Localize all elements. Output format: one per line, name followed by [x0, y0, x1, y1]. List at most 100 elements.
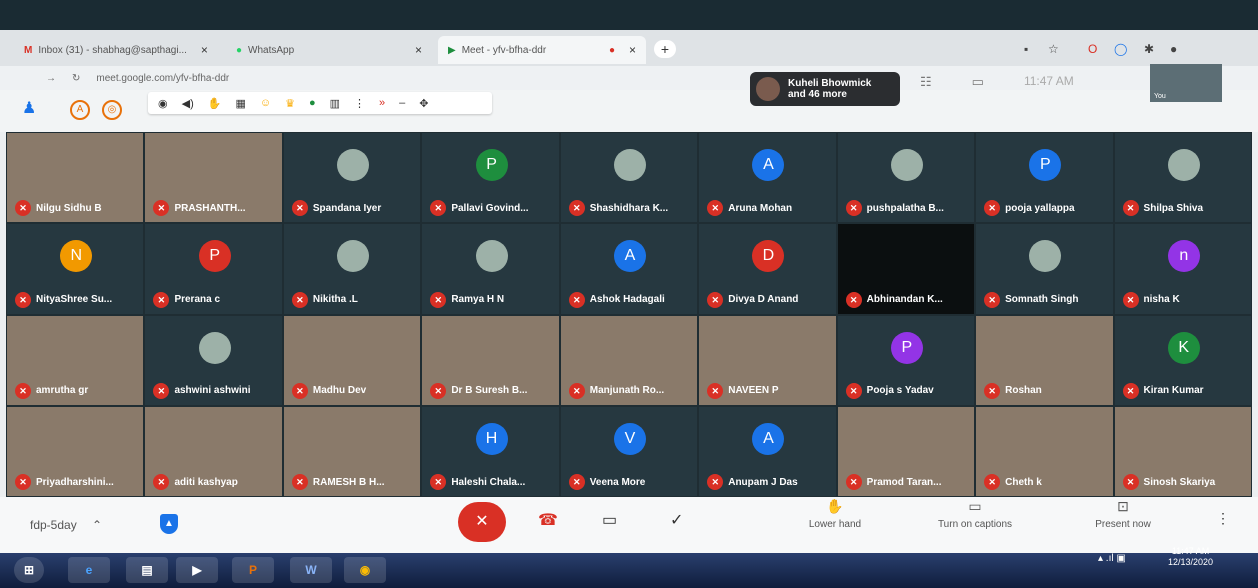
chat-icon[interactable]: ●	[309, 97, 316, 109]
participant-tile[interactable]: ✕ Cheth k	[976, 406, 1113, 496]
extension-b-icon[interactable]: ◎	[102, 100, 122, 120]
chrome-icon[interactable]: ◉	[344, 557, 386, 583]
participant-tile[interactable]: A ✕ Ashok Hadagali	[560, 224, 698, 314]
tab-whatsapp[interactable]: ● WhatsApp ×	[226, 36, 432, 64]
more-options-icon[interactable]: ⋮	[1216, 510, 1230, 527]
close-tab-icon[interactable]: ×	[629, 43, 636, 57]
explorer-icon[interactable]: ▤	[126, 557, 168, 583]
participant-tile[interactable]: ✕ Pramod Taran...	[837, 406, 975, 496]
extension-icon[interactable]: ◯	[1114, 42, 1127, 56]
board-icon[interactable]: ▦	[235, 97, 245, 110]
participant-tile[interactable]: ✕ PRASHANTH...	[145, 133, 282, 223]
participants-icon[interactable]: ☷	[920, 74, 932, 90]
puzzle-icon[interactable]: ✱	[1144, 42, 1154, 56]
participant-name-row: ✕ Somnath Singh	[984, 291, 1078, 308]
participant-tile[interactable]: H ✕ Haleshi Chala...	[422, 406, 559, 496]
mic-muted-icon: ✕	[845, 474, 862, 490]
participant-tile[interactable]: ✕ Priyadharshini...	[7, 406, 144, 496]
participant-name-row: ✕ Manjunath Ro...	[568, 382, 664, 399]
mic-muted-icon: ✕	[707, 291, 724, 308]
tray-icons[interactable]: ▴ .ıl ▣	[1098, 553, 1126, 564]
participant-tile[interactable]: ✕ Shilpa Shiva	[1114, 133, 1251, 223]
captions-button[interactable]: ▭ Turn on captions	[930, 498, 1020, 530]
chart-icon[interactable]: ▥	[330, 97, 340, 110]
extension-a-icon[interactable]: A	[70, 100, 90, 120]
participant-tile[interactable]: n ✕ nisha K	[1114, 224, 1251, 314]
participant-tile[interactable]: ✕ Shashidhara K...	[560, 133, 698, 223]
participant-tile[interactable]: D ✕ Divya D Anand	[699, 224, 836, 314]
close-tab-icon[interactable]: ×	[201, 43, 208, 57]
participant-tile[interactable]: ✕ RAMESH B H...	[283, 406, 421, 496]
presenter-chip[interactable]: Kuheli Bhowmick and 46 more	[750, 72, 900, 106]
participant-tile[interactable]: ✕ NAVEEN P	[699, 315, 836, 405]
expand-icon[interactable]: »	[379, 97, 385, 109]
more-vert-icon[interactable]: ⋮	[354, 97, 365, 110]
participant-tile[interactable]: ✕ Nikitha .L	[283, 224, 421, 314]
profile-icon[interactable]: ●	[1170, 42, 1177, 56]
speaker-icon[interactable]: ◀)	[182, 97, 194, 110]
participant-tile[interactable]: P ✕ Pallavi Govind...	[422, 133, 559, 223]
trophy-icon[interactable]: ♛	[285, 97, 295, 110]
ie-icon[interactable]: e	[68, 557, 110, 583]
participant-tile[interactable]: V ✕ Veena More	[560, 406, 698, 496]
media-player-icon[interactable]: ▶	[176, 557, 218, 583]
people-icon[interactable]: ♟	[22, 98, 36, 118]
reload-icon[interactable]: ↻	[72, 73, 80, 84]
taskbar-clock[interactable]: 11:47 AM 12/13/2020	[1168, 546, 1213, 568]
check-button[interactable]: ✓	[670, 510, 683, 530]
back-icon[interactable]: →	[46, 73, 56, 84]
participant-tile[interactable]: ✕ Ramya H N	[422, 224, 559, 314]
participant-tile[interactable]: ✕ Spandana Iyer	[283, 133, 421, 223]
present-now-button[interactable]: ⊡ Present now	[1078, 498, 1168, 530]
participant-tile[interactable]: K ✕ Kiran Kumar	[1114, 315, 1251, 405]
eye-icon[interactable]: ◉	[158, 97, 168, 110]
participant-avatar-image	[1167, 149, 1200, 181]
emoji-icon[interactable]: ☺	[260, 97, 271, 109]
participant-tile[interactable]: ✕ aditi kashyap	[145, 406, 282, 496]
lower-hand-button[interactable]: ✋ Lower hand	[790, 498, 880, 530]
participant-tile[interactable]: ✕ Somnath Singh	[976, 224, 1113, 314]
tab-gmail[interactable]: M Inbox (31) - shabhag@sapthagi... ×	[14, 36, 218, 64]
self-view-tile[interactable]: You	[1150, 64, 1222, 102]
participant-tile[interactable]: N ✕ NityaShree Su...	[7, 224, 144, 314]
mic-toggle-button[interactable]: ✕	[458, 502, 506, 542]
star-icon[interactable]: ☆	[1048, 42, 1059, 56]
participant-tile[interactable]: P ✕ pooja yallappa	[976, 133, 1113, 223]
meet-icon: ▶	[448, 44, 456, 56]
participant-tile[interactable]: A ✕ Anupam J Das	[699, 406, 836, 496]
start-button[interactable]: ⊞	[14, 557, 44, 583]
participant-tile[interactable]: ✕ Roshan	[976, 315, 1113, 405]
opera-icon[interactable]: O	[1088, 42, 1097, 56]
chat-bubble-icon[interactable]: ▭	[972, 74, 984, 90]
url-text[interactable]: meet.google.com/yfv-bfha-ddr	[96, 73, 229, 84]
hand-icon[interactable]: ✋	[208, 97, 222, 110]
tab-meet[interactable]: ▶ Meet - yfv-bfha-ddr ● ×	[438, 36, 646, 64]
participant-tile[interactable]: P ✕ Prerana c	[145, 224, 282, 314]
meeting-code[interactable]: fdp-5day ⌃	[30, 518, 102, 532]
participant-tile[interactable]: ✕ Sinosh Skariya	[1114, 406, 1251, 496]
minus-icon[interactable]: –	[399, 97, 405, 109]
participant-tile[interactable]: ✕ Abhinandan K...	[837, 224, 975, 314]
participant-tile[interactable]: P ✕ Pooja s Yadav	[837, 315, 975, 405]
participant-name-row: ✕ Divya D Anand	[707, 291, 798, 308]
leave-call-button[interactable]: ☎	[538, 510, 558, 530]
participant-tile[interactable]: ✕ pushpalatha B...	[837, 133, 975, 223]
new-tab-button[interactable]: +	[654, 40, 676, 58]
participant-tile[interactable]: ✕ amrutha gr	[7, 315, 144, 405]
participant-tile[interactable]: A ✕ Aruna Mohan	[699, 133, 836, 223]
participant-tile[interactable]: ✕ Dr B Suresh B...	[422, 315, 559, 405]
participant-tile[interactable]: ✕ Nilgu Sidhu B	[7, 133, 144, 223]
participant-tile[interactable]: ✕ Manjunath Ro...	[560, 315, 698, 405]
powerpoint-icon[interactable]: P	[232, 557, 274, 583]
cast-icon[interactable]: ▪	[1024, 42, 1028, 56]
chevron-up-icon[interactable]: ⌃	[92, 518, 102, 532]
participant-avatar-image	[337, 240, 370, 273]
camera-button[interactable]: ▭	[602, 510, 617, 530]
mic-muted-icon: ✕	[568, 291, 585, 308]
participant-tile[interactable]: ✕ ashwini ashwini	[145, 315, 282, 405]
participant-tile[interactable]: ✕ Madhu Dev	[283, 315, 421, 405]
move-icon[interactable]: ✥	[419, 97, 428, 110]
word-icon[interactable]: W	[290, 557, 332, 583]
close-tab-icon[interactable]: ×	[415, 43, 422, 57]
security-shield-icon[interactable]: ▲	[160, 514, 178, 534]
